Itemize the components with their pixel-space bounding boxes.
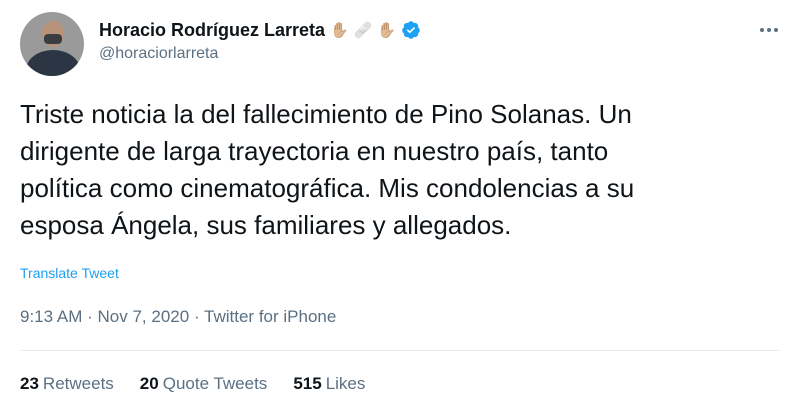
raised-hand-emoji-icon: ✋🏼 [377, 21, 397, 39]
retweets-count: 23 [20, 374, 39, 393]
tweet-stats: 23 Retweets 20 Quote Tweets 515 Likes [20, 374, 365, 394]
author-display-name[interactable]: Horacio Rodríguez Larreta [99, 20, 325, 41]
likes-label: Likes [325, 374, 366, 393]
raised-hand-emoji-icon: ✋🏼 [330, 21, 349, 39]
tweet-metadata: 9:13 AM · Nov 7, 2020 · Twitter for iPho… [20, 307, 336, 327]
separator: · [87, 307, 93, 326]
separator: · [193, 307, 200, 326]
author-name-row: Horacio Rodríguez Larreta ✋🏼 🩹 ✋🏼 [99, 19, 421, 41]
divider [20, 350, 780, 351]
tweet-text: Triste noticia la del fallecimiento de P… [20, 99, 635, 240]
likes-count: 515 [293, 374, 322, 393]
dot [767, 28, 771, 32]
retweets-stat[interactable]: 23 Retweets [20, 374, 114, 394]
author-handle[interactable]: @horaciorlarreta [99, 45, 218, 63]
tweet-source[interactable]: Twitter for iPhone [204, 307, 336, 326]
verified-badge-icon [402, 21, 420, 39]
retweets-label: Retweets [42, 374, 114, 393]
likes-stat[interactable]: 515 Likes [293, 374, 365, 394]
tweet-date[interactable]: Nov 7, 2020 [98, 307, 190, 326]
dot [760, 28, 764, 32]
quote-tweets-count: 20 [139, 374, 159, 393]
bandage-emoji-icon: 🩹 [353, 21, 373, 39]
tweet-time[interactable]: 9:13 AM [20, 307, 82, 326]
avatar[interactable] [20, 12, 84, 76]
avatar-body-shape [26, 50, 80, 76]
face-mask-shape [44, 34, 62, 44]
dot [774, 28, 778, 32]
translate-tweet-link[interactable]: Translate Tweet [20, 265, 119, 281]
tweet-card: Horacio Rodríguez Larreta ✋🏼 🩹 ✋🏼 @horac… [0, 0, 800, 417]
more-options-icon[interactable] [756, 20, 782, 40]
quote-tweets-label: Quote Tweets [162, 374, 268, 393]
quote-tweets-stat[interactable]: 20 Quote Tweets [140, 374, 268, 394]
